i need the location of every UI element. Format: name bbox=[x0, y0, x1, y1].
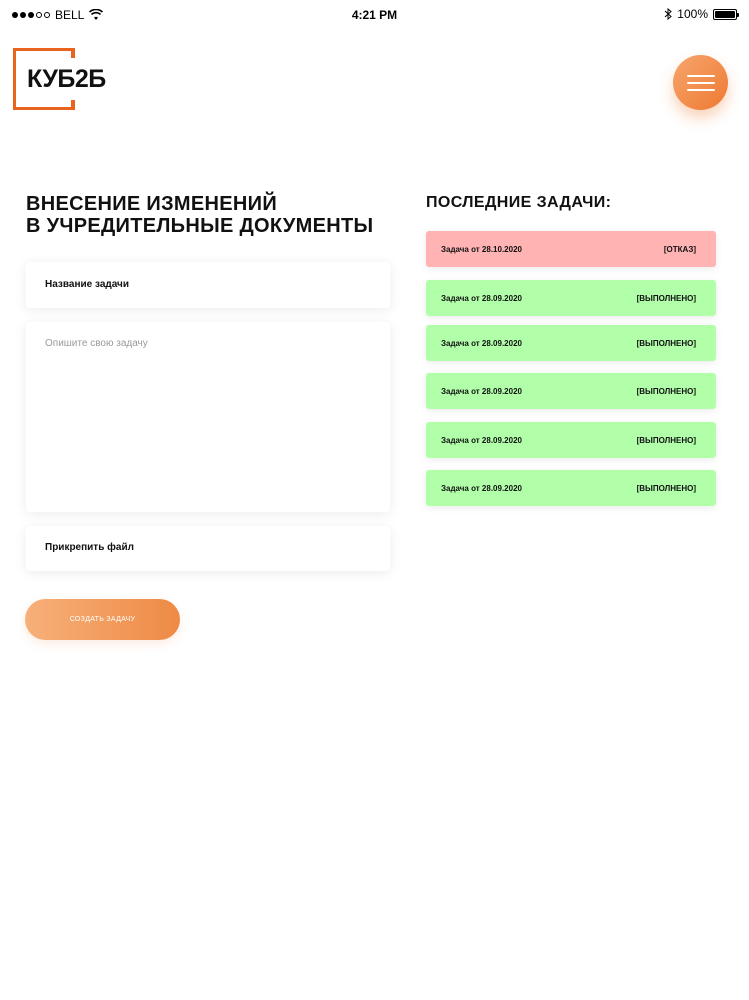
status-bar: BELL 4:21 PM 100% bbox=[0, 0, 749, 30]
task-item[interactable]: Задача от 28.09.2020 [ВЫПОЛНЕНО] bbox=[426, 373, 716, 409]
task-item-status: [ВЫПОЛНЕНО] bbox=[636, 435, 696, 445]
task-item-status: [ОТКАЗ] bbox=[663, 244, 696, 254]
task-item[interactable]: Задача от 28.09.2020 [ВЫПОЛНЕНО] bbox=[426, 470, 716, 506]
task-item-status: [ВЫПОЛНЕНО] bbox=[636, 386, 696, 396]
task-item-label: Задача от 28.10.2020 bbox=[441, 244, 522, 254]
hamburger-icon-line bbox=[686, 88, 715, 91]
task-item-label: Задача от 28.09.2020 bbox=[441, 435, 522, 445]
status-right: 100% bbox=[664, 7, 739, 21]
recent-tasks-title: ПОСЛЕДНИЕ ЗАДАЧИ: bbox=[426, 194, 612, 211]
hamburger-icon-line bbox=[686, 81, 715, 84]
task-item[interactable]: Задача от 28.10.2020 [ОТКАЗ] bbox=[426, 231, 716, 267]
task-name-label: Название задачи bbox=[45, 279, 129, 290]
page-title-line-2: В УЧРЕДИТЕЛЬНЫЕ ДОКУМЕНТЫ bbox=[26, 215, 374, 237]
task-item-status: [ВЫПОЛНЕНО] bbox=[636, 483, 696, 493]
task-description-field[interactable] bbox=[26, 322, 390, 512]
menu-button[interactable] bbox=[673, 55, 728, 110]
task-item-status: [ВЫПОЛНЕНО] bbox=[636, 338, 696, 348]
logo[interactable]: КУБ2Б bbox=[13, 48, 106, 110]
task-description-input[interactable] bbox=[26, 322, 390, 512]
create-task-button[interactable]: Создать задачу bbox=[25, 599, 180, 640]
task-item[interactable]: Задача от 28.09.2020 [ВЫПОЛНЕНО] bbox=[426, 280, 716, 316]
task-item-label: Задача от 28.09.2020 bbox=[441, 338, 522, 348]
logo-text: КУБ2Б bbox=[27, 65, 106, 93]
task-name-field[interactable]: Название задачи bbox=[26, 262, 390, 308]
attach-file-label: Прикрепить файл bbox=[45, 542, 134, 553]
page-title-line-1: ВНЕСЕНИЕ ИЗМЕНЕНИЙ bbox=[26, 193, 278, 215]
task-item-label: Задача от 28.09.2020 bbox=[441, 293, 522, 303]
attach-file-field[interactable]: Прикрепить файл bbox=[26, 526, 390, 571]
task-item-label: Задача от 28.09.2020 bbox=[441, 483, 522, 493]
bluetooth-icon bbox=[664, 8, 673, 20]
hamburger-icon bbox=[686, 74, 715, 77]
task-item-status: [ВЫПОЛНЕНО] bbox=[636, 293, 696, 303]
task-item[interactable]: Задача от 28.09.2020 [ВЫПОЛНЕНО] bbox=[426, 422, 716, 458]
task-item-label: Задача от 28.09.2020 bbox=[441, 386, 522, 396]
battery-percent: 100% bbox=[677, 7, 708, 21]
task-item[interactable]: Задача от 28.09.2020 [ВЫПОЛНЕНО] bbox=[426, 325, 716, 361]
battery-icon bbox=[713, 8, 739, 20]
page-title: ВНЕСЕНИЕ ИЗМЕНЕНИЙ В УЧРЕДИТЕЛЬНЫЕ ДОКУМ… bbox=[26, 193, 406, 237]
status-time: 4:21 PM bbox=[351, 8, 398, 22]
